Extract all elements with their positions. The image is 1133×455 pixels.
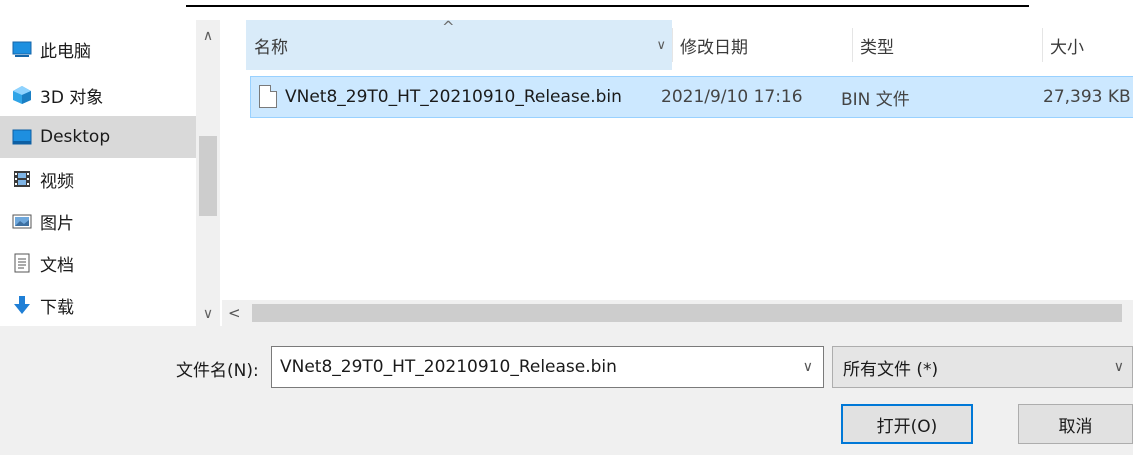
nav-item-downloads[interactable]: 下载 (0, 284, 196, 326)
dialog-footer: 文件名(N): VNet8_29T0_HT_20210910_Release.b… (0, 326, 1133, 455)
open-button-label: 打开(O) (876, 416, 938, 437)
cancel-button[interactable]: 取消 (1018, 404, 1133, 444)
file-type: BIN 文件 (841, 89, 910, 110)
nav-item-desktop[interactable]: Desktop (0, 116, 196, 158)
desktop-icon (12, 127, 32, 147)
nav-item-label: 文档 (40, 255, 74, 276)
nav-scrollbar[interactable]: ∧ ∨ (196, 20, 220, 326)
file-name: VNet8_29T0_HT_20210910_Release.bin (285, 87, 622, 107)
file-size: 27,393 KB (1043, 87, 1131, 107)
chevron-down-icon[interactable]: ∨ (656, 38, 666, 53)
filename-input[interactable]: VNet8_29T0_HT_20210910_Release.bin ∨ (271, 346, 824, 388)
nav-item-label: 图片 (40, 213, 74, 234)
cancel-button-label: 取消 (1058, 416, 1093, 437)
nav-item-label: 此电脑 (40, 41, 91, 62)
nav-item-this-pc[interactable]: 此电脑 (0, 28, 196, 70)
computer-icon (12, 39, 32, 59)
filetype-select[interactable]: 所有文件 (*) ∨ (832, 346, 1133, 388)
file-list: 名称 ^ ∨ 修改日期 类型 大小 VNet8_29T0_HT_20210910… (222, 20, 1133, 326)
column-header-size[interactable]: 大小 (1042, 20, 1133, 70)
scroll-up-icon[interactable]: ∧ (196, 24, 220, 48)
nav-item-label: 3D 对象 (40, 87, 104, 108)
navigation-pane: 此电脑 3D 对象 Desktop 视频 图片 文档 下载 (0, 20, 196, 326)
chevron-down-icon[interactable]: ∨ (1114, 359, 1124, 375)
column-header-modified[interactable]: 修改日期 (672, 20, 852, 70)
column-header-name[interactable]: 名称 ^ ∨ (246, 20, 672, 70)
file-list-hscrollbar[interactable]: < (222, 300, 1133, 326)
nav-scrollbar-thumb[interactable] (199, 136, 217, 216)
chevron-down-icon[interactable]: ∨ (803, 359, 813, 375)
column-header-modified-label: 修改日期 (680, 37, 748, 58)
column-header-name-label: 名称 (254, 37, 288, 58)
nav-item-3d-objects[interactable]: 3D 对象 (0, 74, 196, 116)
column-header-size-label: 大小 (1050, 37, 1084, 58)
nav-item-label: 下载 (40, 297, 74, 318)
hscrollbar-thumb[interactable] (252, 304, 1122, 322)
nav-item-pictures[interactable]: 图片 (0, 200, 196, 242)
documents-icon (12, 253, 32, 273)
file-icon (259, 85, 277, 108)
filetype-select-value: 所有文件 (*) (843, 359, 939, 380)
video-icon (12, 169, 32, 189)
column-header-type[interactable]: 类型 (852, 20, 1042, 70)
nav-item-label: 视频 (40, 171, 74, 192)
nav-item-documents[interactable]: 文档 (0, 242, 196, 284)
open-button[interactable]: 打开(O) (841, 404, 973, 444)
nav-item-label: Desktop (40, 127, 111, 147)
scroll-down-icon[interactable]: ∨ (196, 302, 220, 326)
column-header-row: 名称 ^ ∨ 修改日期 类型 大小 (246, 20, 1133, 70)
scroll-left-icon[interactable]: < (228, 300, 241, 326)
column-header-type-label: 类型 (860, 37, 894, 58)
sort-ascending-icon: ^ (442, 20, 455, 36)
3d-objects-icon (12, 85, 32, 105)
downloads-icon (12, 295, 32, 315)
filename-label: 文件名(N): (176, 360, 259, 381)
file-row[interactable]: VNet8_29T0_HT_20210910_Release.bin 2021/… (250, 76, 1133, 118)
filename-input-value: VNet8_29T0_HT_20210910_Release.bin (280, 357, 617, 377)
file-modified: 2021/9/10 17:16 (661, 87, 803, 107)
pictures-icon (12, 211, 32, 231)
nav-item-videos[interactable]: 视频 (0, 158, 196, 200)
top-divider-line (186, 5, 1029, 7)
